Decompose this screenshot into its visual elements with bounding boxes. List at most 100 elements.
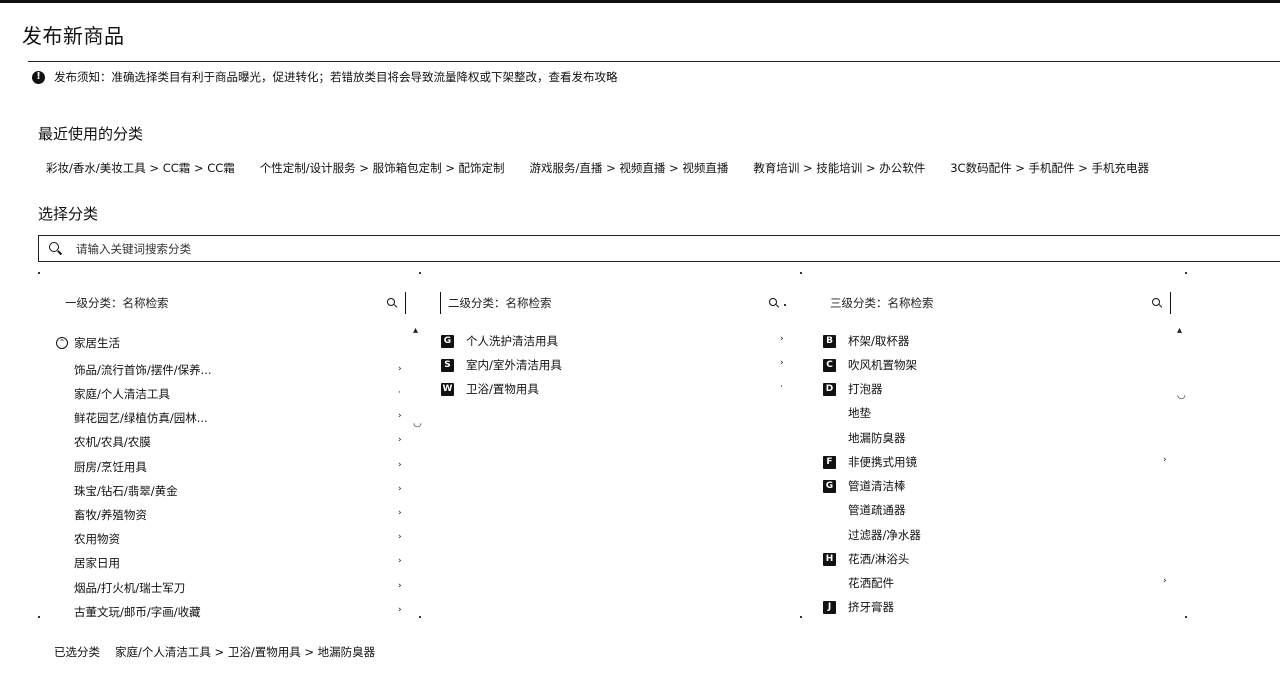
chevron-right-icon: › xyxy=(398,556,402,566)
list-item[interactable]: J 挤牙膏器 xyxy=(823,599,894,615)
list-item[interactable]: 珠宝/钻石/翡翠/黄金 xyxy=(74,483,178,499)
list-item[interactable]: 农机/农具/农膜 xyxy=(74,434,151,450)
title-divider xyxy=(28,61,1280,62)
list-item[interactable]: 管道疏通器 xyxy=(848,502,906,518)
list-item[interactable]: G 个人洗护清洁用具 xyxy=(441,333,558,349)
list-item-label: 室内/室外清洁用具 xyxy=(466,358,562,372)
chevron-right-icon: › xyxy=(398,460,402,470)
letter-badge: F xyxy=(823,455,836,469)
list-item-label: 卫浴/置物用具 xyxy=(466,382,539,396)
list-item[interactable]: 畜牧/养殖物资 xyxy=(74,507,147,523)
corner-mark xyxy=(784,304,786,306)
search-icon[interactable] xyxy=(387,298,397,308)
corner-mark xyxy=(1185,616,1187,618)
page-title: 发布新商品 xyxy=(22,24,125,48)
level2-search[interactable]: 二级分类：名称检索 xyxy=(448,292,788,314)
letter-badge: C xyxy=(823,358,836,372)
column-divider xyxy=(440,292,441,314)
chevron-right-icon: › xyxy=(1163,455,1167,465)
chevron-up-icon[interactable]: ⌃ xyxy=(56,337,68,349)
scroll-mark: ▴ xyxy=(1177,325,1183,336)
list-item-label: 管道清洁棒 xyxy=(848,479,906,493)
selected-category: 已选分类 家庭/个人清洁工具 > 卫浴/置物用具 > 地漏防臭器 xyxy=(54,644,375,660)
recent-categories-title: 最近使用的分类 xyxy=(38,125,144,143)
chevron-right-icon: · xyxy=(780,382,783,392)
letter-badge: G xyxy=(823,479,836,493)
corner-mark xyxy=(38,616,40,618)
chevron-right-icon: · xyxy=(398,388,401,398)
chevron-right-icon: › xyxy=(398,508,402,518)
list-item[interactable]: W 卫浴/置物用具 xyxy=(441,381,539,397)
list-item[interactable]: 厨房/烹饪用具 xyxy=(74,459,147,475)
letter-badge: S xyxy=(441,358,454,372)
recent-category-item[interactable]: 教育培训 > 技能培训 > 办公软件 xyxy=(753,160,925,176)
list-item[interactable]: 烟品/打火机/瑞士军刀 xyxy=(74,580,185,596)
recent-categories-list: 彩妆/香水/美妆工具 > CC霜 > CC霜 个性定制/设计服务 > 服饰箱包定… xyxy=(46,160,1174,176)
list-item[interactable]: B 杯架/取杯器 xyxy=(823,333,909,349)
list-item-label: 花洒/淋浴头 xyxy=(848,552,910,566)
list-item[interactable]: 地漏防臭器 xyxy=(848,430,906,446)
list-item[interactable]: 古董文玩/邮币/字画/收藏 xyxy=(74,604,201,620)
list-item[interactable]: C 吹风机置物架 xyxy=(823,357,917,373)
letter-badge: H xyxy=(823,552,836,566)
chevron-right-icon: › xyxy=(1163,576,1167,586)
list-item[interactable]: S 室内/室外清洁用具 xyxy=(441,357,562,373)
chevron-right-icon: › xyxy=(398,581,402,591)
list-item[interactable]: D 打泡器 xyxy=(823,381,883,397)
letter-badge: D xyxy=(823,382,836,396)
search-icon[interactable] xyxy=(1152,298,1162,308)
list-item-label: 个人洗护清洁用具 xyxy=(466,334,558,348)
recent-category-item[interactable]: 游戏服务/直播 > 视频直播 > 视频直播 xyxy=(530,160,729,176)
search-icon xyxy=(49,242,62,255)
list-item-label: 挤牙膏器 xyxy=(848,600,894,614)
corner-mark xyxy=(419,272,421,274)
list-item[interactable]: 居家日用 xyxy=(74,555,120,571)
category-search-input[interactable] xyxy=(76,241,676,256)
chevron-right-icon: › xyxy=(398,435,402,445)
list-item[interactable]: F 非便携式用镜 xyxy=(823,454,917,470)
scroll-mark: ◡ xyxy=(413,418,422,429)
recent-category-item[interactable]: 3C数码配件 > 手机配件 > 手机充电器 xyxy=(950,160,1149,176)
search-icon[interactable] xyxy=(769,298,779,308)
list-item[interactable]: 过滤器/净水器 xyxy=(848,527,921,543)
chevron-right-icon: › xyxy=(780,334,784,344)
corner-mark xyxy=(800,272,802,274)
list-item[interactable]: H 花洒/淋浴头 xyxy=(823,551,909,567)
recent-category-item[interactable]: 彩妆/香水/美妆工具 > CC霜 > CC霜 xyxy=(46,160,235,176)
scroll-mark: ▴ xyxy=(413,325,419,336)
letter-badge: J xyxy=(823,600,836,614)
list-item[interactable]: G 管道清洁棒 xyxy=(823,478,906,494)
list-item[interactable]: 家庭/个人清洁工具 xyxy=(74,386,170,402)
list-item[interactable]: 地垫 xyxy=(848,405,871,421)
chevron-right-icon: › xyxy=(398,364,402,374)
selected-category-path: 家庭/个人清洁工具 > 卫浴/置物用具 > 地漏防臭器 xyxy=(115,645,376,659)
letter-badge: B xyxy=(823,334,836,348)
chevron-right-icon: › xyxy=(398,411,402,421)
letter-badge: W xyxy=(441,382,454,396)
info-icon: ! xyxy=(32,70,45,84)
list-item-label: 打泡器 xyxy=(848,382,883,396)
list-item-label: 杯架/取杯器 xyxy=(848,334,910,348)
level1-group-home-living[interactable]: ⌃ 家居生活 xyxy=(56,335,120,351)
scroll-mark: ◡ xyxy=(1177,390,1186,401)
level2-search-placeholder: 二级分类：名称检索 xyxy=(448,296,552,310)
list-item[interactable]: 饰品/流行首饰/摆件/保养... xyxy=(74,362,212,378)
list-item[interactable]: 农用物资 xyxy=(74,531,120,547)
column-divider xyxy=(405,292,406,314)
level1-search-placeholder: 一级分类：名称检索 xyxy=(65,296,169,310)
chevron-right-icon: › xyxy=(398,484,402,494)
corner-mark xyxy=(800,616,802,618)
selected-category-label: 已选分类 xyxy=(54,645,100,659)
level3-search[interactable]: 三级分类：名称检索 xyxy=(830,292,1170,314)
list-item[interactable]: 花洒配件 xyxy=(848,575,894,591)
chevron-right-icon: › xyxy=(780,358,784,368)
column-divider xyxy=(1170,292,1171,314)
list-item-label: 吹风机置物架 xyxy=(848,358,917,372)
list-item[interactable]: 鲜花园艺/绿植仿真/园林... xyxy=(74,410,208,426)
letter-badge: G xyxy=(441,334,454,348)
notice-text: 发布须知：准确选择类目有利于商品曝光，促进转化；若错放类目将会导致流量降权或下架… xyxy=(54,70,618,84)
window-top-border xyxy=(0,0,1280,3)
publish-notice: ! 发布须知：准确选择类目有利于商品曝光，促进转化；若错放类目将会导致流量降权或… xyxy=(32,69,618,85)
level1-search[interactable]: 一级分类：名称检索 xyxy=(65,292,405,314)
recent-category-item[interactable]: 个性定制/设计服务 > 服饰箱包定制 > 配饰定制 xyxy=(260,160,505,176)
